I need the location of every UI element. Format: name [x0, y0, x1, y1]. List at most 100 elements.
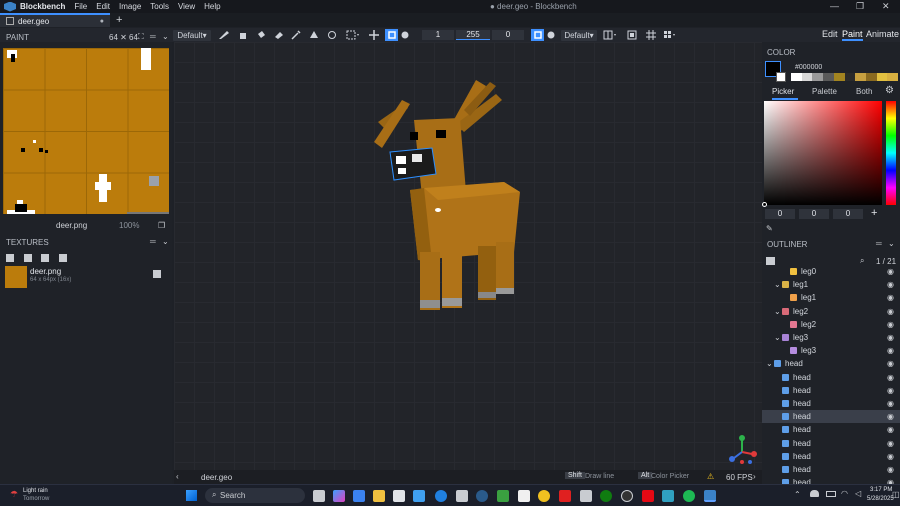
expand-icon[interactable]: ⛶ [138, 32, 144, 42]
blend-mode-dropdown[interactable]: Default ▾ [561, 29, 597, 41]
eye-icon[interactable]: ◉ [887, 373, 894, 382]
eyedropper-icon[interactable]: ✎ [766, 224, 773, 233]
outliner-cube-row[interactable]: leg3 ◉ [762, 344, 900, 357]
eye-icon[interactable]: ◉ [887, 412, 894, 421]
chevron-down-icon[interactable]: ⌄ [162, 237, 169, 246]
wifi-icon[interactable]: ◠ [841, 489, 848, 498]
github-icon[interactable] [518, 490, 530, 502]
lightning-app-icon[interactable] [580, 490, 592, 502]
menu-view[interactable]: View [178, 2, 195, 11]
outliner-menu-icon[interactable] [766, 257, 775, 265]
shape-tool-icon[interactable] [308, 29, 320, 41]
circle-mode-button[interactable] [545, 29, 557, 41]
outliner-cube-row[interactable]: leg0 ◉ [762, 265, 900, 278]
eye-icon[interactable]: ◉ [887, 452, 894, 461]
volume-icon[interactable]: ◁ [855, 489, 861, 498]
menu-help[interactable]: Help [204, 2, 220, 11]
youtube-icon[interactable] [559, 490, 571, 502]
tab-picker[interactable]: Picker [772, 87, 798, 100]
show-hidden-icons[interactable]: ⌃ [794, 490, 801, 499]
eye-icon[interactable]: ◉ [887, 307, 894, 316]
close-window-button[interactable]: ✕ [882, 1, 890, 12]
eye-icon[interactable]: ◉ [887, 333, 894, 342]
bucket-tool-icon[interactable] [255, 29, 267, 41]
brush-softness-input[interactable]: 0 [492, 30, 524, 40]
epic-games-icon[interactable] [456, 490, 468, 502]
collapse-panel-icon[interactable]: ═ [150, 237, 156, 246]
notification-icon[interactable]: ◫ [892, 490, 900, 499]
axis-gizmo[interactable] [729, 435, 757, 464]
forward-icon[interactable]: › [753, 472, 756, 481]
tab-deer-geo[interactable]: deer.geo ● [0, 13, 110, 27]
eye-icon[interactable]: ◉ [887, 399, 894, 408]
tab-both[interactable]: Both [856, 87, 872, 96]
xbox-icon[interactable] [600, 490, 612, 502]
copy-brush-icon[interactable] [326, 29, 338, 41]
minecraft-icon[interactable] [497, 490, 509, 502]
paint-with-uv-icon[interactable] [660, 29, 680, 41]
texture-menu-icon[interactable] [59, 254, 67, 262]
unity-icon[interactable] [621, 490, 633, 502]
mode-tab-edit[interactable]: Edit [822, 29, 838, 39]
color-history-swatch[interactable] [887, 73, 899, 81]
3d-viewport[interactable] [174, 42, 762, 470]
texture-paint-canvas[interactable] [3, 48, 169, 214]
outliner-group-row[interactable]: ⌄ leg2 ◉ [762, 305, 900, 318]
eye-icon[interactable]: ◉ [887, 465, 894, 474]
mail-icon[interactable] [413, 490, 425, 502]
chevron-down-icon[interactable]: ⌄ [774, 307, 782, 316]
windows-start-icon[interactable] [186, 490, 197, 501]
brush-mode-dropdown[interactable]: Default ▾ [173, 29, 211, 41]
eraser-tool-icon[interactable] [273, 29, 285, 41]
color-history-swatch[interactable] [855, 73, 866, 81]
netflix-icon[interactable] [642, 490, 654, 502]
secondary-color-swatch[interactable] [776, 72, 786, 82]
collapse-panel-icon[interactable]: ═ [150, 32, 156, 41]
texture-list-item[interactable]: deer.png 64 x 64px (16x) [3, 266, 169, 288]
eye-icon[interactable]: ◉ [887, 359, 894, 368]
color-history-swatch[interactable] [833, 73, 845, 81]
save-texture-icon[interactable] [153, 270, 161, 278]
square-brush-button[interactable] [385, 29, 398, 41]
import-texture-icon[interactable] [6, 254, 14, 262]
back-icon[interactable]: ‹ [176, 472, 179, 481]
color-history-swatch[interactable] [801, 73, 813, 81]
eye-icon[interactable]: ◉ [887, 425, 894, 434]
color-history-swatch[interactable] [844, 73, 856, 81]
color-history-swatch[interactable] [865, 73, 877, 81]
app-icon[interactable] [662, 490, 674, 502]
chevron-down-icon[interactable]: ⌄ [766, 359, 774, 368]
new-tab-button[interactable]: + [116, 14, 122, 26]
tab-unsaved-dot[interactable]: ● [100, 18, 104, 25]
steam-icon[interactable] [476, 490, 488, 502]
menu-image[interactable]: Image [119, 2, 141, 11]
collapse-panel-icon[interactable]: ═ [876, 239, 882, 248]
eye-icon[interactable]: ◉ [887, 293, 894, 302]
restore-button[interactable]: ❐ [856, 1, 864, 12]
file-explorer-icon[interactable] [373, 490, 385, 502]
mirror-painting-icon[interactable] [600, 29, 620, 41]
eye-icon[interactable]: ◉ [887, 267, 894, 276]
chevron-down-icon[interactable]: ⌄ [774, 280, 782, 289]
warning-icon[interactable]: ⚠ [707, 472, 714, 481]
spotify-icon[interactable] [683, 490, 695, 502]
clock-time[interactable]: 3:17 PM [870, 487, 892, 493]
outliner-cube-row[interactable]: head ◉ [762, 437, 900, 450]
eye-icon[interactable]: ◉ [887, 439, 894, 448]
lock-alpha-icon[interactable] [626, 29, 638, 41]
minimize-button[interactable]: — [830, 1, 839, 11]
menu-tools[interactable]: Tools [150, 2, 169, 11]
weather-label[interactable]: Light rain [23, 488, 48, 494]
outliner-group-row[interactable]: ⌄ head ◉ [762, 357, 900, 370]
eye-icon[interactable]: ◉ [887, 320, 894, 329]
color-history-swatch[interactable] [823, 73, 834, 81]
color-history-swatch[interactable] [791, 73, 802, 81]
outliner-cube-row[interactable]: head ◉ [762, 450, 900, 463]
menu-file[interactable]: File [74, 2, 87, 11]
chevron-down-icon[interactable]: ⌄ [162, 32, 169, 41]
weather-icon[interactable]: ☂ [10, 489, 18, 500]
task-view-icon[interactable] [313, 490, 325, 502]
copilot-icon[interactable] [333, 490, 345, 502]
gear-icon[interactable]: ⚙ [885, 85, 894, 96]
color-history-swatch[interactable] [876, 73, 888, 81]
